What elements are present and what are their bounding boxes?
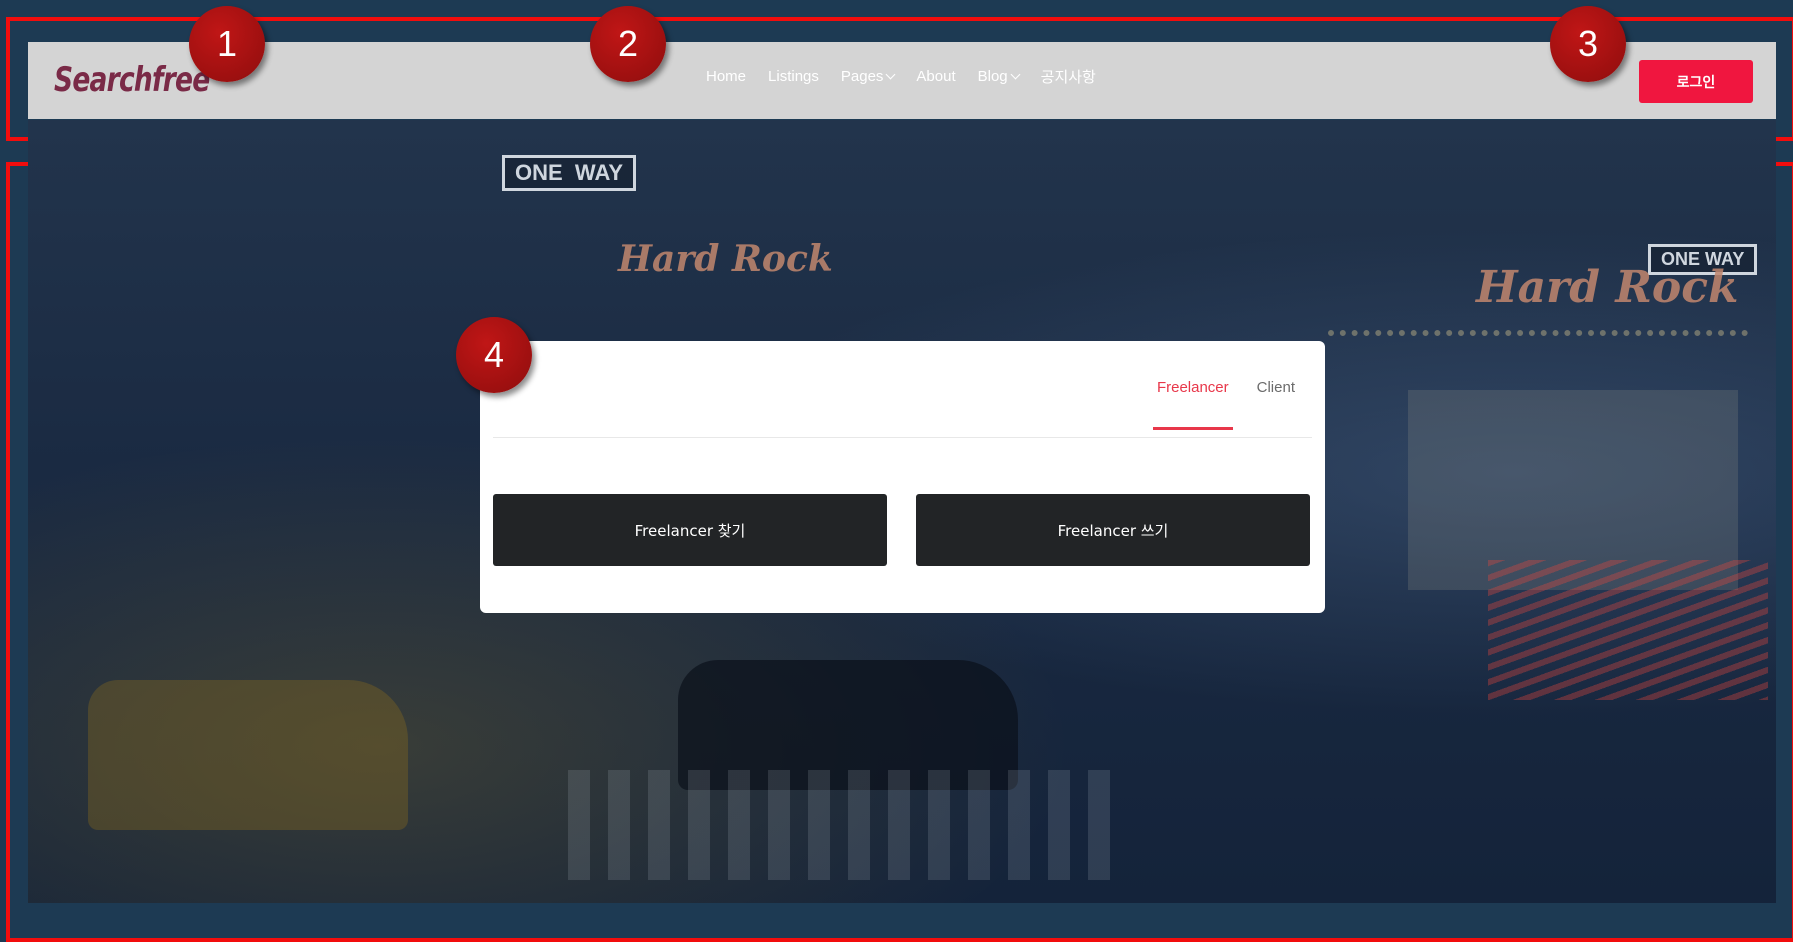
crosswalk [568, 770, 1128, 880]
hard-rock-sign-left: Hard Rock [618, 238, 833, 280]
nav-label: Home [706, 68, 747, 85]
nav-listings[interactable]: Listings [768, 66, 819, 87]
one-way-sign-left: ONE WAY [502, 155, 636, 191]
nav-label: Blog [977, 68, 1008, 85]
nav-label: About [916, 68, 956, 85]
nav-label: Pages [840, 68, 884, 85]
annotation-badge-3: 3 [1550, 6, 1626, 82]
nav-notices[interactable]: 공지사항 [1041, 66, 1096, 87]
annotation-badge-4: 4 [456, 317, 532, 393]
hard-rock-sign-right: Hard Rock [1476, 262, 1739, 313]
site-header: Searchfree Home Listings Pages About Blo… [28, 42, 1776, 119]
main-nav: Home Listings Pages About Blog 공지사항 [706, 66, 1096, 87]
nav-about[interactable]: About [916, 66, 955, 87]
nav-pages[interactable]: Pages [840, 66, 896, 87]
login-button[interactable]: 로그인 [1639, 60, 1753, 103]
nav-label: 공지사항 [1040, 69, 1096, 86]
taxi-cab [88, 680, 408, 830]
marquee-lights [1328, 330, 1748, 386]
site-logo[interactable]: Searchfree [54, 60, 210, 100]
chevron-down-icon [1010, 69, 1021, 80]
user-type-tabs: Freelancer Client [1152, 379, 1295, 430]
find-freelancer-button[interactable]: Freelancer 찾기 [493, 494, 887, 566]
nav-label: Listings [768, 68, 819, 85]
write-freelancer-button[interactable]: Freelancer 쓰기 [916, 494, 1310, 566]
tab-client[interactable]: Client [1257, 379, 1295, 396]
chevron-down-icon [885, 69, 896, 80]
tab-divider [493, 437, 1312, 438]
annotation-badge-2: 2 [590, 6, 666, 82]
nav-blog[interactable]: Blog [977, 66, 1021, 87]
tab-freelancer[interactable]: Freelancer [1152, 379, 1233, 430]
red-car [1488, 560, 1768, 700]
annotation-badge-1: 1 [189, 6, 265, 82]
search-card: Freelancer Client Freelancer 찾기 Freelanc… [480, 341, 1325, 613]
nav-home[interactable]: Home [706, 66, 746, 87]
